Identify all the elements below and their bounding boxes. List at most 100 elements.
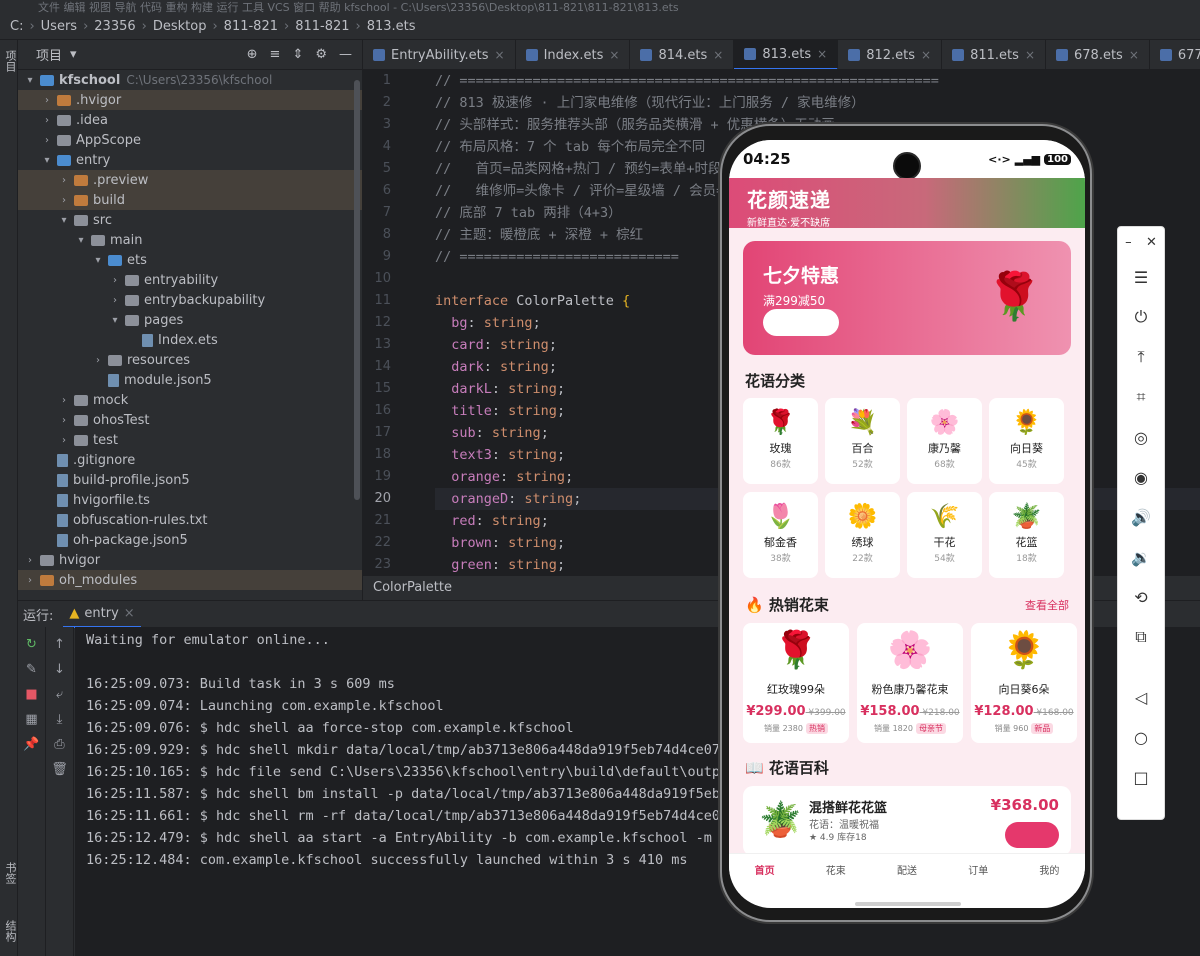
- collapse-all-icon[interactable]: ⇕: [292, 47, 303, 62]
- menu-icon[interactable]: ☰: [1118, 257, 1164, 297]
- nav-profile[interactable]: 我的: [1014, 854, 1085, 893]
- tree-row[interactable]: obfuscation-rules.txt: [18, 510, 362, 530]
- close-icon[interactable]: ×: [817, 47, 827, 61]
- pin-icon[interactable]: 📌: [23, 736, 39, 752]
- category-card[interactable]: 🌻 向日葵 45款: [989, 398, 1064, 484]
- chevron-right-icon[interactable]: ›: [58, 415, 70, 426]
- hide-icon[interactable]: —: [339, 47, 352, 62]
- category-card[interactable]: 🌸 康乃馨 68款: [907, 398, 982, 484]
- close-icon[interactable]: ×: [1025, 48, 1035, 62]
- rotate-device-icon[interactable]: ⟲: [1118, 577, 1164, 617]
- tab-813[interactable]: 813.ets ×: [734, 40, 839, 69]
- tree-row[interactable]: module.json5: [18, 370, 362, 390]
- chevron-down-icon[interactable]: ▾: [70, 47, 77, 62]
- gear-icon[interactable]: ⚙: [315, 47, 327, 62]
- nav-orders[interactable]: 订单: [943, 854, 1014, 893]
- run-tab-entry[interactable]: ▲ entry ×: [63, 601, 141, 628]
- app-body[interactable]: 七夕特惠 满299减50 🌹 花语分类 🌹 玫瑰 86款 💐 百合 52款 🌸 康乃馨 68款 🌻…: [729, 228, 1085, 853]
- phone-screen[interactable]: 04:25 <·> ▂▄▆ 100 花颜速递 新鲜直达·爱不缺席 七夕特惠 满2…: [729, 140, 1085, 908]
- tree-row[interactable]: ▾ src: [18, 210, 362, 230]
- chevron-down-icon[interactable]: ▾: [75, 235, 87, 246]
- tree-row[interactable]: › .hvigor: [18, 90, 362, 110]
- buy-button[interactable]: [1005, 822, 1059, 848]
- structure-tool-window-label[interactable]: 结构: [2, 920, 18, 942]
- tree-row[interactable]: ▾ kfschool C:\Users\23356\kfschool: [18, 70, 362, 90]
- tree-row[interactable]: › ohosTest: [18, 410, 362, 430]
- locate-icon[interactable]: ⊕: [247, 47, 258, 62]
- breadcrumb-item[interactable]: Users: [41, 19, 77, 34]
- tab-812[interactable]: 812.ets ×: [838, 40, 943, 69]
- multi-screen-icon[interactable]: ⧉: [1118, 617, 1164, 657]
- category-card[interactable]: 🌹 玫瑰 86款: [743, 398, 818, 484]
- promo-banner[interactable]: 七夕特惠 满299减50 🌹: [743, 241, 1071, 355]
- tab-677[interactable]: 677.ets×: [1150, 40, 1200, 69]
- tree-row[interactable]: › oh_modules: [18, 570, 362, 590]
- category-card[interactable]: 🌼 绣球 22款: [825, 492, 900, 578]
- close-icon[interactable]: ×: [1129, 48, 1139, 62]
- category-card[interactable]: 🌷 郁金香 38款: [743, 492, 818, 578]
- tree-row[interactable]: Index.ets: [18, 330, 362, 350]
- tree-row[interactable]: › entrybackupability: [18, 290, 362, 310]
- nav-bouquet[interactable]: 花束: [800, 854, 871, 893]
- close-icon[interactable]: ×: [609, 48, 619, 62]
- chevron-down-icon[interactable]: ▾: [24, 75, 36, 86]
- home-icon[interactable]: ○: [1118, 717, 1164, 757]
- encyclopedia-card[interactable]: 🪴 混搭鲜花花篮 花语：温暖祝福 ★ 4.9 库存18 ¥368.00: [743, 786, 1071, 853]
- chevron-down-icon[interactable]: ▾: [41, 155, 53, 166]
- chevron-right-icon[interactable]: ›: [58, 435, 70, 446]
- wrench-icon[interactable]: ✎: [24, 661, 40, 677]
- chevron-down-icon[interactable]: ▾: [109, 315, 121, 326]
- tree-row[interactable]: ▾ ets: [18, 250, 362, 270]
- breadcrumb-item[interactable]: 811-821: [224, 19, 278, 34]
- close-icon[interactable]: ×: [713, 48, 723, 62]
- editor-breadcrumb-label[interactable]: ColorPalette: [373, 580, 452, 595]
- close-icon[interactable]: ×: [124, 606, 135, 621]
- category-card[interactable]: 🪴 花篮 18款: [989, 492, 1064, 578]
- stop-icon[interactable]: ■: [24, 686, 40, 702]
- hot-item-card[interactable]: 🌸 粉色康乃馨花束 ¥158.00 ¥218.00 销量 1820 母亲节: [857, 623, 963, 743]
- chevron-right-icon[interactable]: ›: [58, 395, 70, 406]
- tree-row[interactable]: › .idea: [18, 110, 362, 130]
- view-all-link[interactable]: 查看全部: [1025, 597, 1069, 613]
- hot-item-card[interactable]: 🌻 向日葵6朵 ¥128.00 ¥168.00 销量 960 新品: [971, 623, 1077, 743]
- tree-row[interactable]: › entryability: [18, 270, 362, 290]
- home-indicator[interactable]: [855, 902, 961, 906]
- tree-row[interactable]: › mock: [18, 390, 362, 410]
- tree-row[interactable]: .gitignore: [18, 450, 362, 470]
- crop-icon[interactable]: ⌗: [1118, 377, 1164, 417]
- trash-icon[interactable]: 🗑: [51, 761, 68, 777]
- soft-wrap-icon[interactable]: ⤶: [52, 686, 68, 702]
- tree-row[interactable]: › AppScope: [18, 130, 362, 150]
- chevron-right-icon[interactable]: ›: [109, 295, 121, 306]
- category-card[interactable]: 💐 百合 52款: [825, 398, 900, 484]
- chevron-right-icon[interactable]: ›: [41, 95, 53, 106]
- tree-row[interactable]: ▾ main: [18, 230, 362, 250]
- breadcrumb-item[interactable]: 813.ets: [367, 19, 416, 34]
- tree-row[interactable]: › build: [18, 190, 362, 210]
- close-icon[interactable]: ×: [921, 48, 931, 62]
- tree-row[interactable]: › .preview: [18, 170, 362, 190]
- print-icon[interactable]: ⎙: [52, 736, 68, 752]
- project-panel-title[interactable]: 项目: [36, 45, 62, 64]
- rerun-icon[interactable]: ↻: [24, 636, 40, 652]
- chevron-right-icon[interactable]: ›: [58, 175, 70, 186]
- power-icon[interactable]: ⏻: [1118, 297, 1164, 337]
- close-icon[interactable]: ×: [495, 48, 505, 62]
- scroll-up-icon[interactable]: ↑: [52, 636, 68, 652]
- scroll-to-end-icon[interactable]: ⤓: [52, 711, 68, 727]
- layout-icon[interactable]: ▦: [24, 711, 40, 727]
- chevron-right-icon[interactable]: ›: [109, 275, 121, 286]
- volume-down-icon[interactable]: 🔉: [1118, 537, 1164, 577]
- project-tool-window-label[interactable]: 项目: [2, 50, 18, 72]
- tree-row[interactable]: ▾ pages: [18, 310, 362, 330]
- bookmarks-tool-window-label[interactable]: 书签: [2, 862, 18, 884]
- tab-678[interactable]: 678.ets ×: [1046, 40, 1150, 69]
- banner-button[interactable]: [763, 309, 839, 336]
- back-icon[interactable]: ◁: [1118, 677, 1164, 717]
- minimize-icon[interactable]: –: [1125, 235, 1132, 250]
- tree-row[interactable]: › hvigor: [18, 550, 362, 570]
- screenshot-icon[interactable]: ⤒: [1118, 337, 1164, 377]
- tree-row[interactable]: ▾ entry: [18, 150, 362, 170]
- breadcrumb-item[interactable]: 23356: [94, 19, 135, 34]
- breadcrumb-item[interactable]: 811-821: [295, 19, 349, 34]
